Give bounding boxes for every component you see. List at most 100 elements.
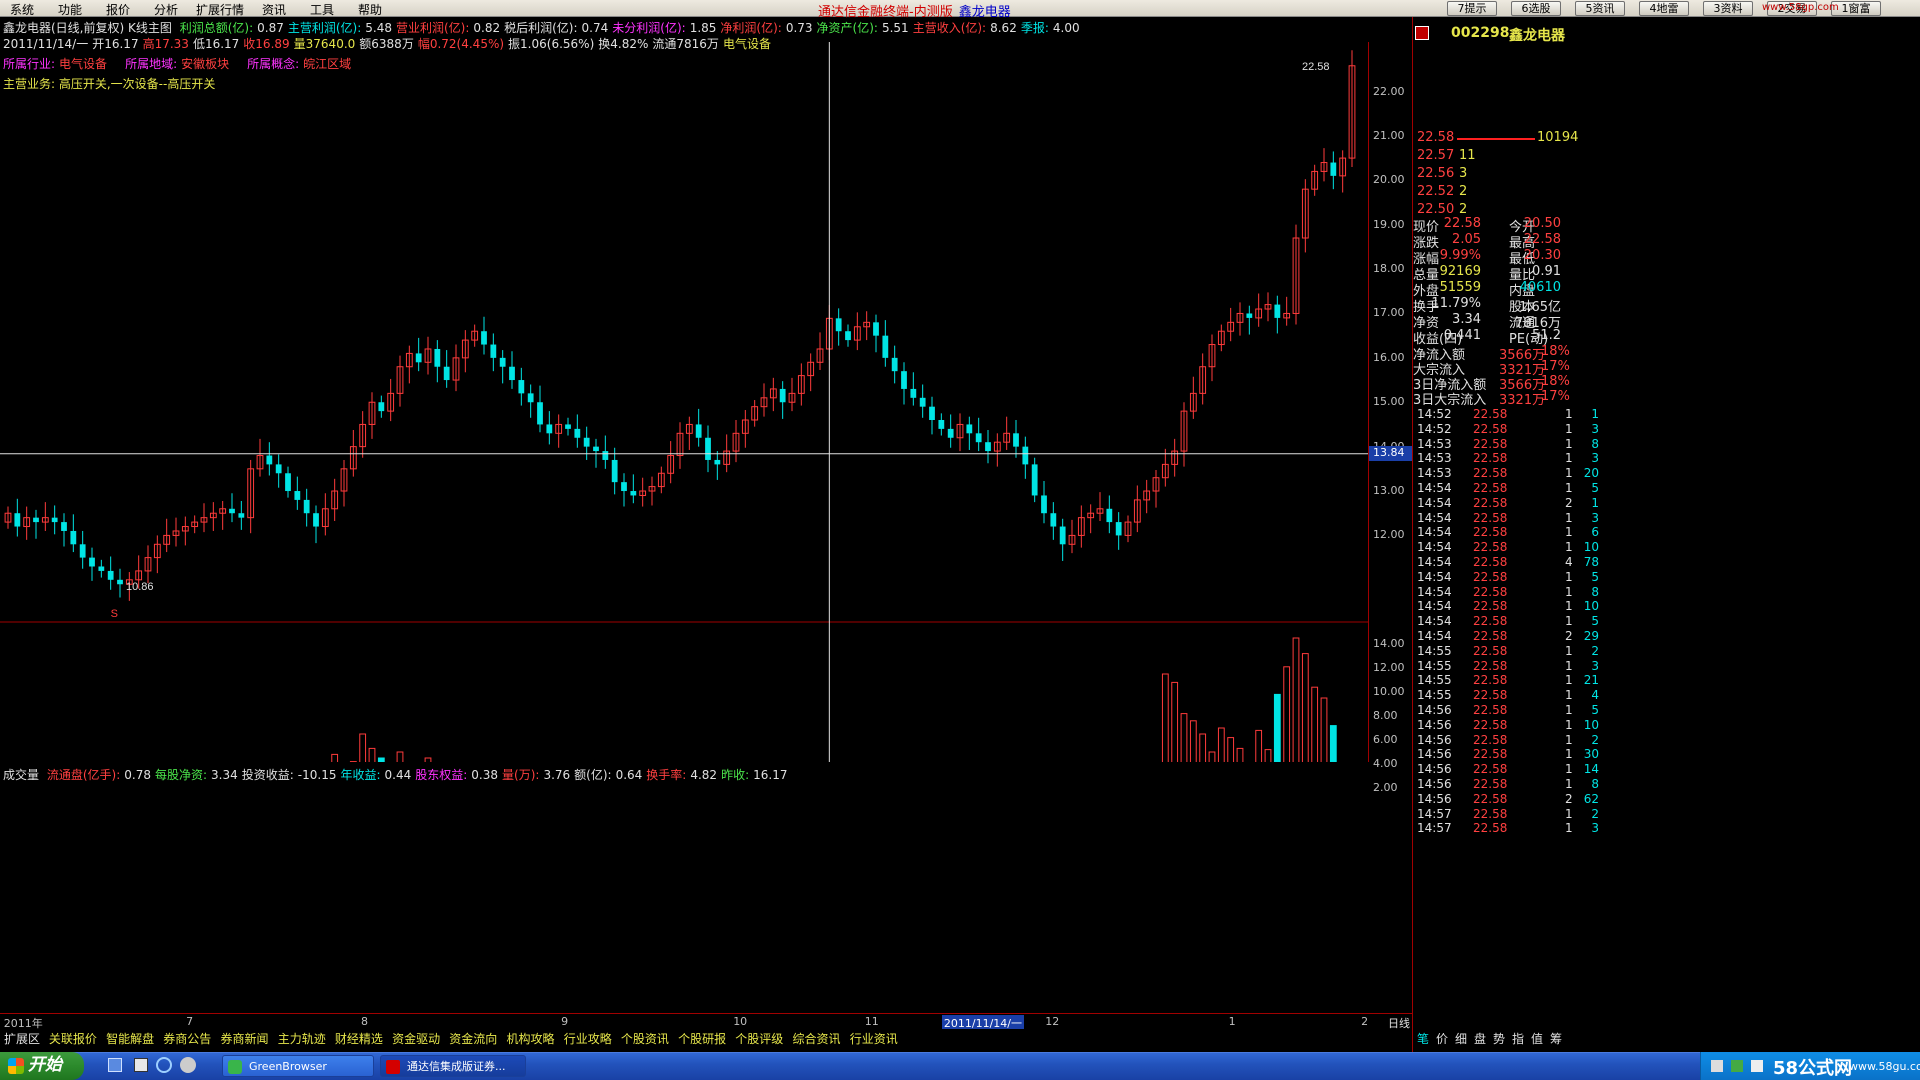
tick-count: 1 [1565, 658, 1573, 673]
news-button[interactable]: 5资讯 [1575, 1, 1625, 16]
quicklaunch-ie-icon[interactable] [156, 1057, 172, 1073]
menu-info[interactable]: 资讯 [262, 1, 286, 18]
menu-extended[interactable]: 扩展行情 [196, 1, 244, 18]
tick-price: 22.58 [1473, 555, 1508, 569]
windows-logo-icon [8, 1058, 24, 1074]
tick-price: 22.58 [1473, 481, 1508, 495]
volume-bar [396, 751, 404, 762]
tick-time: 14:54 [1417, 569, 1452, 584]
quicklaunch-show-desktop-icon[interactable] [108, 1058, 122, 1072]
candle-body-down [1031, 464, 1038, 496]
volume-bar [1236, 747, 1244, 762]
start-button[interactable]: 开始 [0, 1052, 84, 1080]
candle-body-down [835, 318, 842, 332]
panel-tab[interactable]: 值 [1531, 1030, 1543, 1047]
bottom-tab[interactable]: 综合资讯 [793, 1030, 841, 1047]
tick-time: 14:54 [1417, 629, 1452, 643]
panel-tab[interactable]: 指 [1512, 1030, 1524, 1047]
mine-button[interactable]: 4地雷 [1639, 1, 1689, 16]
volume-info-label: 额(亿): [574, 768, 612, 782]
candle-body-down [621, 482, 627, 492]
candle-body-down [602, 451, 609, 460]
tick-time: 14:54 [1417, 555, 1452, 569]
candle-body-down [527, 393, 534, 403]
date-axis: 2011年78910112011/11/14/一12123日线 [0, 1013, 1539, 1031]
flow-percent: 18% [1541, 374, 1570, 389]
flow-percent: 17% [1541, 359, 1570, 374]
bottom-tab[interactable]: 个股评级 [735, 1030, 783, 1047]
candlestick-chart[interactable]: 22.58 10.86 S [0, 42, 1368, 762]
candle-body-down [929, 406, 935, 420]
date-label: 9 [561, 1015, 569, 1028]
candle-body-down [901, 371, 907, 389]
tick-count: 1 [1565, 717, 1573, 732]
volume-info-row: 成交量 流通盘(亿手): 0.78 每股净资: 3.34 投资收益: -10.15 年收益:… [3, 766, 791, 783]
tick-time: 14:52 [1417, 421, 1452, 436]
volume-axis-label: 4.00 [1373, 757, 1398, 770]
tray-network-icon[interactable] [1731, 1060, 1743, 1072]
fundamental-label: 未分利润(亿): [612, 21, 686, 35]
panel-tab[interactable]: 势 [1493, 1030, 1505, 1047]
bottom-tab[interactable]: 智能解盘 [106, 1030, 154, 1047]
tray-volume-icon[interactable] [1751, 1060, 1763, 1072]
bottom-tab[interactable]: 扩展区 [4, 1030, 40, 1047]
bottom-tab[interactable]: 行业攻略 [564, 1030, 612, 1047]
panel-tab[interactable]: 筹 [1550, 1030, 1562, 1047]
candle-body-down [537, 402, 543, 425]
bottom-tab[interactable]: 机构攻略 [507, 1030, 555, 1047]
date-label: 12 [1045, 1015, 1060, 1028]
bottom-tab[interactable]: 个股资讯 [621, 1030, 669, 1047]
menu-function[interactable]: 功能 [58, 1, 82, 18]
task-tdx-label: 通达信集成版证券... [407, 1060, 506, 1073]
bottom-tab[interactable]: 财经精选 [335, 1030, 383, 1047]
date-label: 10 [733, 1015, 748, 1028]
menu-system[interactable]: 系统 [10, 1, 34, 18]
bottom-tab[interactable]: 主力轨迹 [278, 1030, 326, 1047]
panel-tab[interactable]: 笔 [1417, 1030, 1429, 1047]
order-volume-bar [1457, 138, 1535, 140]
quicklaunch-explorer-icon[interactable] [134, 1058, 148, 1072]
menu-quote[interactable]: 报价 [106, 1, 130, 18]
profile-button[interactable]: 3资料 [1703, 1, 1753, 16]
quicklaunch-media-icon[interactable] [180, 1057, 196, 1073]
tick-time: 14:55 [1417, 688, 1452, 703]
volume-axis-label: 10.00 [1373, 685, 1405, 698]
menu-bar: 系统 功能 报价 分析 扩展行情 资讯 工具 帮助 通达信金融终端-内测版 鑫龙电… [0, 0, 1920, 20]
hint-button[interactable]: 7提示 [1447, 1, 1497, 16]
volume-bar [1264, 749, 1272, 762]
volume-info-label: 流通盘(亿手): [46, 768, 121, 782]
quote-value: 9.99% [1439, 248, 1481, 263]
panel-tab[interactable]: 盘 [1474, 1030, 1486, 1047]
volume-bar [1292, 637, 1300, 762]
bottom-tab[interactable]: 券商公告 [163, 1030, 211, 1047]
menu-analysis[interactable]: 分析 [154, 1, 178, 18]
tray-cursor-icon[interactable] [1711, 1060, 1723, 1072]
menu-help[interactable]: 帮助 [358, 1, 382, 18]
order-price: 22.57 [1417, 148, 1455, 163]
bottom-tab[interactable]: 关联报价 [49, 1030, 97, 1047]
tick-time: 14:56 [1417, 777, 1452, 791]
tick-price: 22.58 [1473, 806, 1508, 821]
task-tdx[interactable]: 通达信集成版证券... [380, 1055, 526, 1077]
quote-value: 3.34 [1452, 312, 1481, 327]
menu-tools[interactable]: 工具 [310, 1, 334, 18]
stock-pick-button[interactable]: 6选股 [1511, 1, 1561, 16]
title-stock-name: 鑫龙电器 [958, 5, 1011, 20]
fundamental-label: 净利润(亿): [720, 21, 782, 35]
flow-label: 3日大宗流入 [1413, 393, 1487, 408]
tick-count: 1 [1565, 436, 1573, 451]
tick-time: 14:53 [1417, 451, 1452, 466]
bottom-tab[interactable]: 行业资讯 [850, 1030, 898, 1047]
bottom-tab[interactable]: 资金流向 [449, 1030, 497, 1047]
tick-time: 14:53 [1417, 466, 1452, 481]
tick-count: 1 [1565, 525, 1573, 540]
panel-tab[interactable]: 细 [1455, 1030, 1467, 1047]
bottom-tab[interactable]: 资金驱动 [392, 1030, 440, 1047]
volume-bar [1273, 693, 1281, 762]
fundamental-label: 营业利润(亿): [395, 21, 470, 35]
task-greenbrowser[interactable]: GreenBrowser [222, 1055, 374, 1077]
panel-tab[interactable]: 价 [1436, 1030, 1448, 1047]
tick-count: 1 [1565, 777, 1573, 791]
bottom-tab[interactable]: 券商新闻 [221, 1030, 269, 1047]
bottom-tab[interactable]: 个股研报 [678, 1030, 726, 1047]
